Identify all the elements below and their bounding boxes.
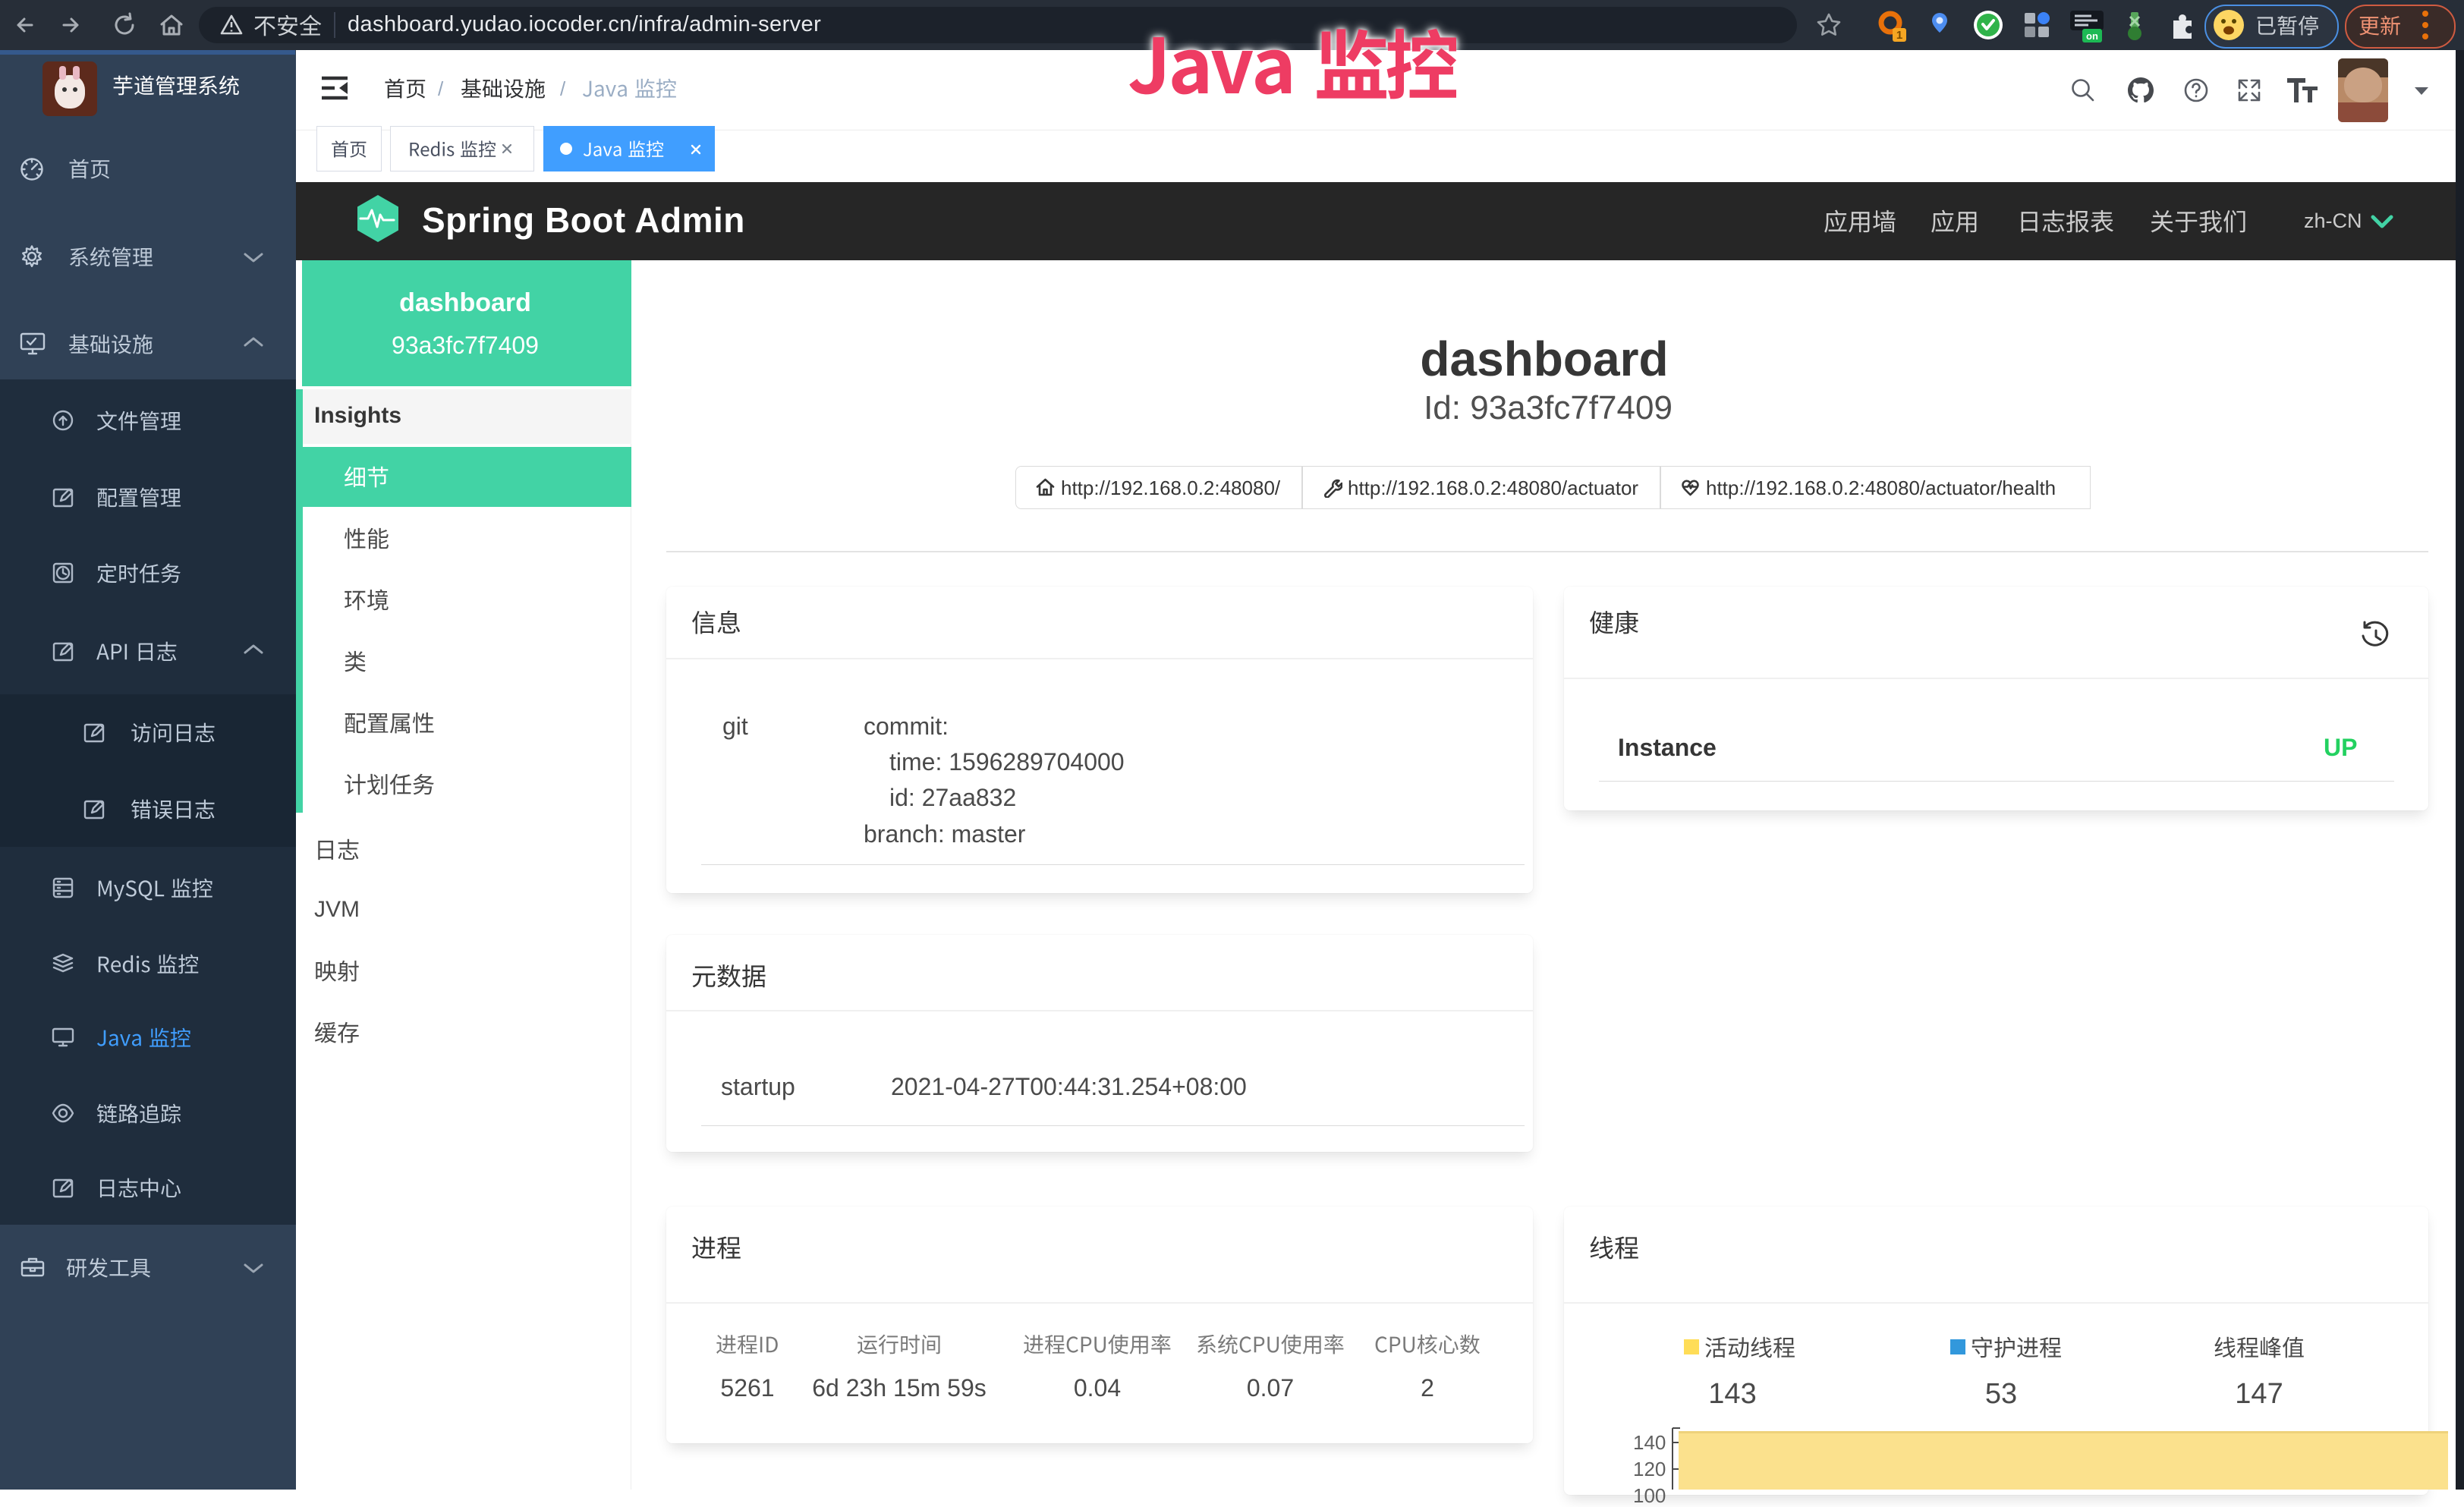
svg-text:on: on [2086, 30, 2098, 42]
svg-text:1: 1 [1896, 29, 1902, 42]
